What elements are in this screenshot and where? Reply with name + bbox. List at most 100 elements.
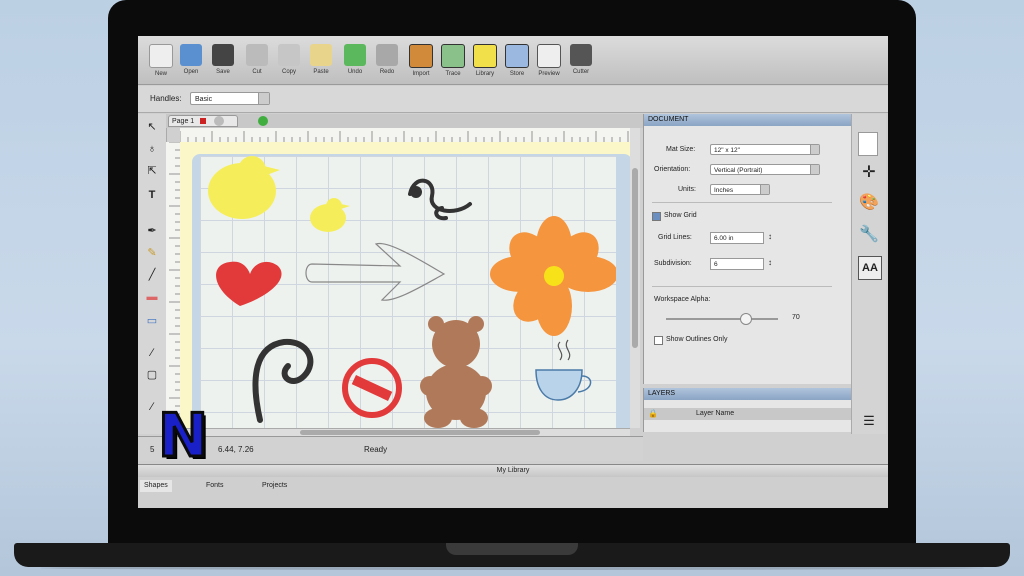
page-close-icon[interactable] [214,116,224,126]
text-style-icon[interactable]: AA [858,256,882,280]
brush-icon[interactable]: ╱ [144,268,160,282]
library-icon [473,44,497,68]
page-add-icon[interactable] [258,116,268,126]
copy-icon [278,44,300,66]
orientation-label: Orientation: [654,166,691,173]
paste-icon [310,44,332,66]
eyedropper-icon[interactable]: ∕ [144,346,160,360]
document-icon[interactable] [858,132,878,156]
move-icon[interactable]: ✛ [858,162,880,184]
chevron-down-icon [760,185,769,194]
swirl-ornament-shape[interactable] [408,178,472,221]
separator [652,202,832,203]
canvas-vertical-scrollbar[interactable] [630,128,640,428]
store-button[interactable]: Store [502,44,532,84]
units-select[interactable]: Inches [710,184,770,195]
coffee-cup-shape[interactable] [535,339,592,401]
new-button[interactable]: New [146,44,176,84]
canvas-area[interactable] [180,142,630,428]
show-outlines-checkbox[interactable] [654,336,663,345]
pencil-icon[interactable]: ✎ [144,246,160,260]
page-color-icon [200,118,207,125]
ruler-horizontal [179,128,630,143]
wrench-icon[interactable]: 🔧 [858,224,880,246]
paste-button[interactable]: Paste [306,44,336,84]
redo-icon [376,44,398,66]
layers-panel: LAYERS 🔒 Layer Name [643,388,852,432]
library-tab-projects[interactable]: Projects [258,480,291,492]
orientation-select[interactable]: Vertical (Portrait) [710,164,820,175]
rectangle-icon[interactable]: ▢ [144,368,160,382]
trace-button[interactable]: Trace [438,44,468,84]
layers-header-row: 🔒 Layer Name [644,408,852,420]
grid-lines-stepper-icon[interactable]: ↕ [768,232,772,241]
library-tab-fonts[interactable]: Fonts [202,480,228,492]
page-tabs: Page 1 [166,114,644,128]
show-grid-label: Show Grid [664,212,697,219]
undo-button[interactable]: Undo [340,44,370,84]
grid-lines-label: Grid Lines: [658,234,692,241]
copy-button[interactable]: Copy [274,44,304,84]
grid-lines-input[interactable]: 6.00 in [710,232,764,244]
save-button[interactable]: Save [208,44,238,84]
library-button[interactable]: Library [470,44,500,84]
arrow-outline-shape[interactable] [305,242,446,301]
transform-icon[interactable]: ⇱ [144,164,160,178]
page-tab-1[interactable]: Page 1 [168,115,238,127]
duck-shape-large[interactable] [208,156,280,219]
main-toolbar: New Open Save Cut Copy Paste Undo Redo I… [138,36,888,85]
laptop-notch [446,543,578,555]
zoom-readout: 5 [150,445,155,454]
spiral-shape[interactable] [252,338,314,423]
library-tab-shapes[interactable]: Shapes [140,480,172,492]
heart-shape[interactable] [216,261,282,306]
handles-select[interactable]: Basic [190,92,270,105]
chevron-down-icon [810,145,819,154]
duck-shape-small[interactable] [310,198,350,232]
subdivision-label: Subdivision: [654,260,692,267]
redo-button[interactable]: Redo [372,44,402,84]
subdivision-stepper-icon[interactable]: ↕ [768,258,772,267]
cut-icon [246,44,268,66]
status-text: Ready [364,445,388,454]
teddy-bear-shape[interactable] [420,316,492,428]
mat-grid [200,156,618,428]
eraser-icon[interactable]: ▬ [144,290,160,304]
show-grid-checkbox[interactable] [652,212,661,221]
workspace-alpha-value: 70 [792,314,800,321]
node-edit-icon[interactable]: ♁ [144,142,160,156]
import-button[interactable]: Import [406,44,436,84]
palette-icon[interactable]: 🎨 [858,192,880,214]
shape-tool-icon[interactable]: ▭ [144,314,160,328]
open-button[interactable]: Open [176,44,206,84]
select-arrow-icon[interactable]: ↖ [144,120,160,134]
units-label: Units: [678,186,696,193]
library-title: My Library [138,465,888,477]
preview-button[interactable]: Preview [534,44,564,84]
mat-size-select[interactable]: 12" x 12" [710,144,820,155]
lock-icon: 🔒 [648,409,658,418]
new-document-icon [149,44,173,68]
cutter-button[interactable]: Cutter [566,44,596,84]
text-tool-icon[interactable]: T [144,188,160,202]
cut-button[interactable]: Cut [242,44,272,84]
store-icon [505,44,529,68]
tool-palette: ↖ ♁ ⇱ T ✒ ✎ ╱ ▬ ▭ ∕ ▢ ∕ [138,114,167,434]
subdivision-input[interactable]: 6 [710,258,764,270]
show-outlines-label: Show Outlines Only [666,336,728,343]
flower-shape[interactable] [490,216,618,336]
import-icon [409,44,433,68]
workspace-alpha-thumb[interactable] [740,313,752,325]
handles-label: Handles: [150,94,182,103]
horizontal-scroll-thumb[interactable] [300,430,540,435]
mat-size-label: Mat Size: [666,146,696,153]
cursor-coordinates: 6.44, 7.26 [218,445,254,454]
app-screen: New Open Save Cut Copy Paste Undo Redo I… [138,36,888,508]
no-sign-shape[interactable] [342,358,402,418]
design-shapes [208,156,618,428]
workspace-alpha-slider[interactable] [666,318,778,320]
layers-icon[interactable]: ☰ [858,410,880,432]
my-library-panel: My Library Shapes Fonts Projects [138,464,888,508]
pen-tool-icon[interactable]: ✒ [144,224,160,238]
vertical-scroll-thumb[interactable] [632,168,638,348]
